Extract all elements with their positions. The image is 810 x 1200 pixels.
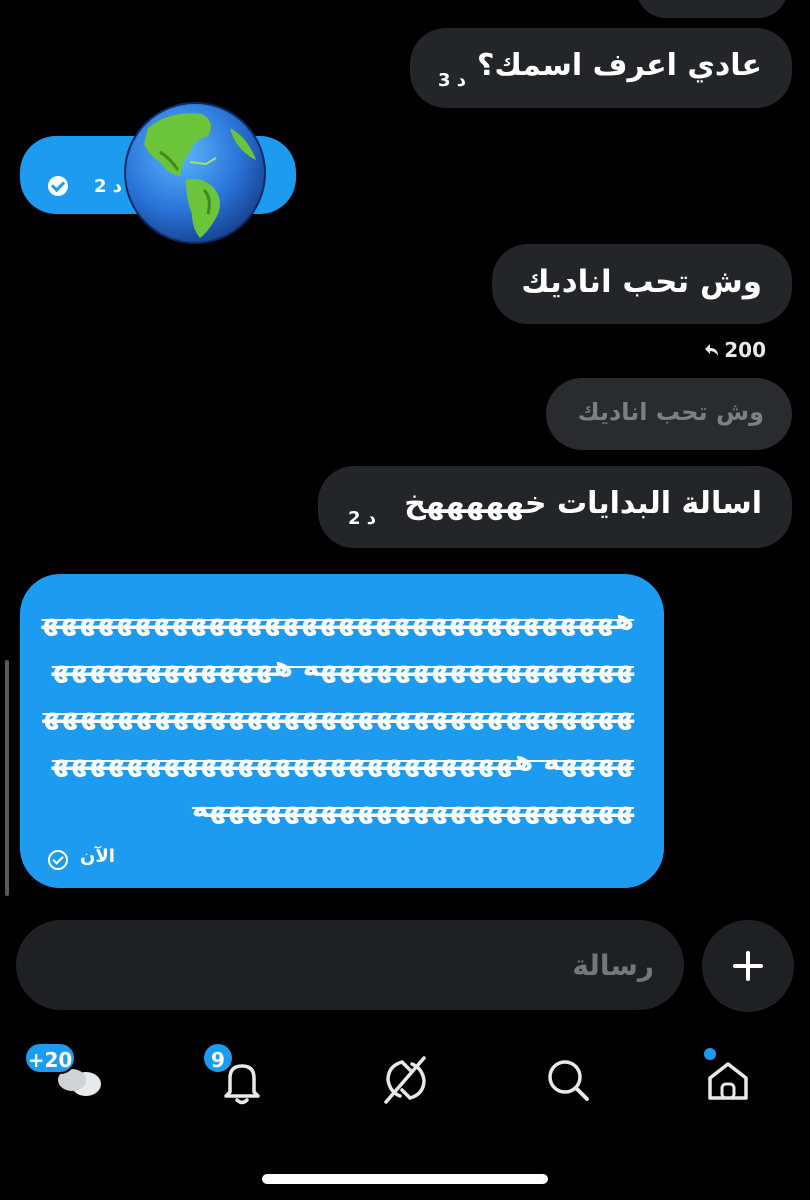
nav-home[interactable] <box>698 1048 758 1110</box>
message-input[interactable] <box>56 940 654 990</box>
scrollbar[interactable] <box>5 660 9 896</box>
message-bubble-received[interactable]: وش تحب اناديك <box>492 244 792 324</box>
quoted-text: وش تحب اناديك <box>577 398 764 426</box>
composer <box>16 920 684 1010</box>
message-time: 2 د <box>94 176 123 197</box>
add-attachment-button[interactable] <box>702 920 794 1012</box>
bottom-nav: +20 9 <box>0 1030 810 1130</box>
quoted-message[interactable]: وش تحب اناديك <box>546 378 792 450</box>
check-icon <box>48 176 68 196</box>
message-bubble-partial <box>636 0 788 18</box>
message-text: عادي اعرف اسمك؟ <box>476 48 762 83</box>
nav-messages[interactable]: +20 <box>24 1042 108 1110</box>
message-bubble-received[interactable]: اسالة البدايات خهههههخ 2 د <box>318 466 792 548</box>
message-text: وش تحب اناديك <box>521 264 762 300</box>
check-icon <box>48 850 68 870</box>
message-time: 3 د <box>438 70 467 91</box>
message-time: الآن <box>80 846 115 867</box>
grok-icon <box>384 1056 426 1104</box>
reply-count: 200 <box>724 338 766 362</box>
home-indicator-dot <box>704 1048 716 1060</box>
nav-notifications[interactable]: 9 <box>202 1042 272 1110</box>
message-bubble-received[interactable]: عادي اعرف اسمك؟ 3 د <box>410 28 792 108</box>
home-indicator <box>262 1174 548 1184</box>
search-icon <box>548 1060 589 1101</box>
message-time: 2 د <box>348 508 377 529</box>
message-bubble-sent[interactable]: هههههههههههههههههههههههههههههههههههههههه… <box>20 574 664 888</box>
nav-search[interactable] <box>538 1050 598 1110</box>
messages-badge: +20 <box>24 1042 76 1074</box>
globe-emoji <box>124 102 266 244</box>
message-text: اسالة البدايات خهههههخ <box>404 486 762 521</box>
reply-arrow-icon <box>705 344 719 356</box>
notifications-badge: 9 <box>202 1042 234 1074</box>
nav-grok[interactable] <box>376 1050 436 1110</box>
reply-indicator[interactable]: 200 <box>704 338 766 362</box>
message-text: هههههههههههههههههههههههههههههههههههههههه… <box>41 603 634 824</box>
